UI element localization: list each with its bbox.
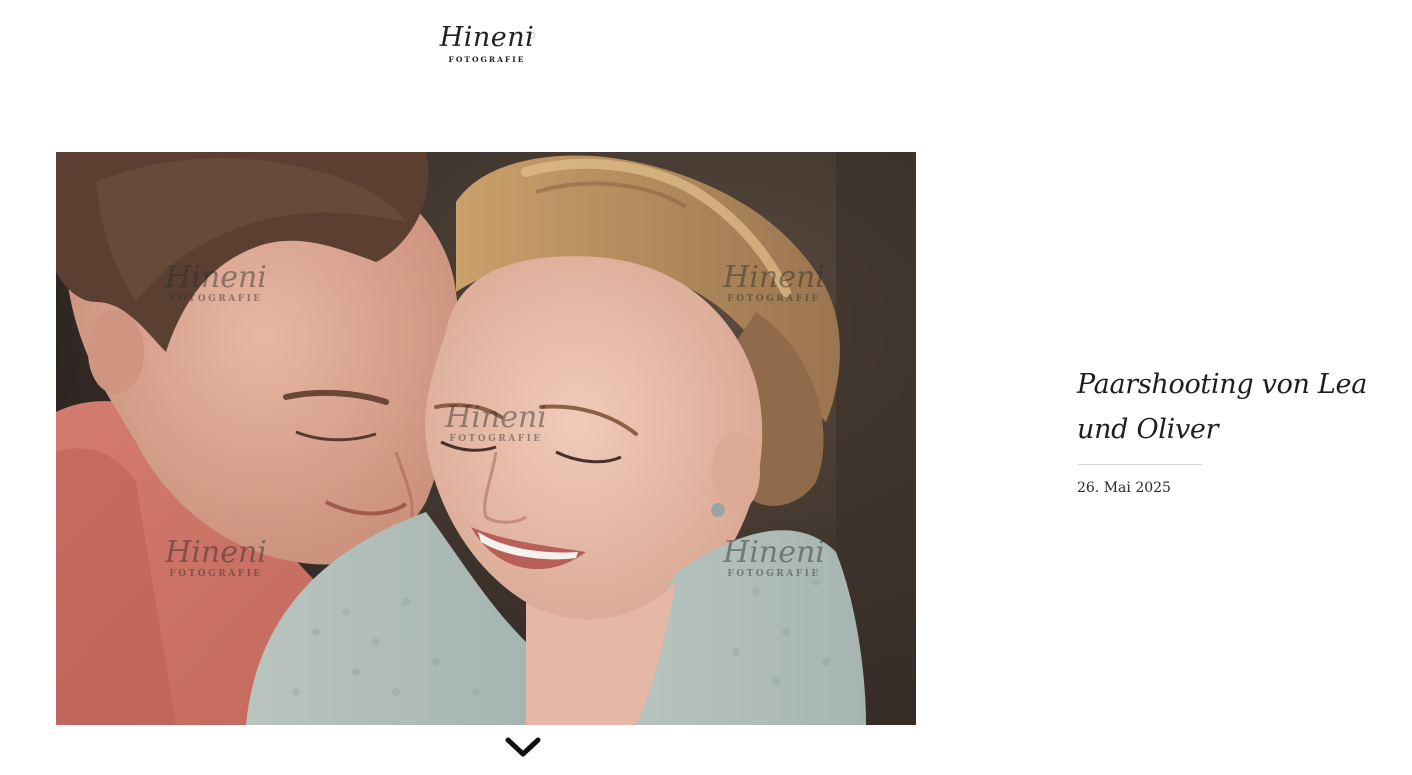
logo-script-text: Hineni (439, 22, 535, 53)
site-logo[interactable]: Hineni ♡ FOTOGRAFIE (440, 22, 550, 72)
logo-heart-icon: ♡ (528, 32, 537, 42)
title-divider (1077, 464, 1202, 465)
chevron-down-icon (505, 737, 541, 757)
post-date: 26. Mai 2025 (1077, 480, 1171, 496)
logo-subtitle: FOTOGRAFIE (448, 55, 526, 64)
page: Hineni ♡ FOTOGRAFIE Hineni FOTOGRAFIE Hi… (0, 0, 1412, 775)
hero-photo[interactable]: Hineni FOTOGRAFIE Hineni FOTOGRAFIE Hine… (56, 152, 916, 725)
post-title[interactable]: Paarshooting von Lea und Oliver (1077, 362, 1407, 452)
couple-photo-illustration (56, 152, 916, 725)
scroll-down-button[interactable] (503, 733, 543, 763)
